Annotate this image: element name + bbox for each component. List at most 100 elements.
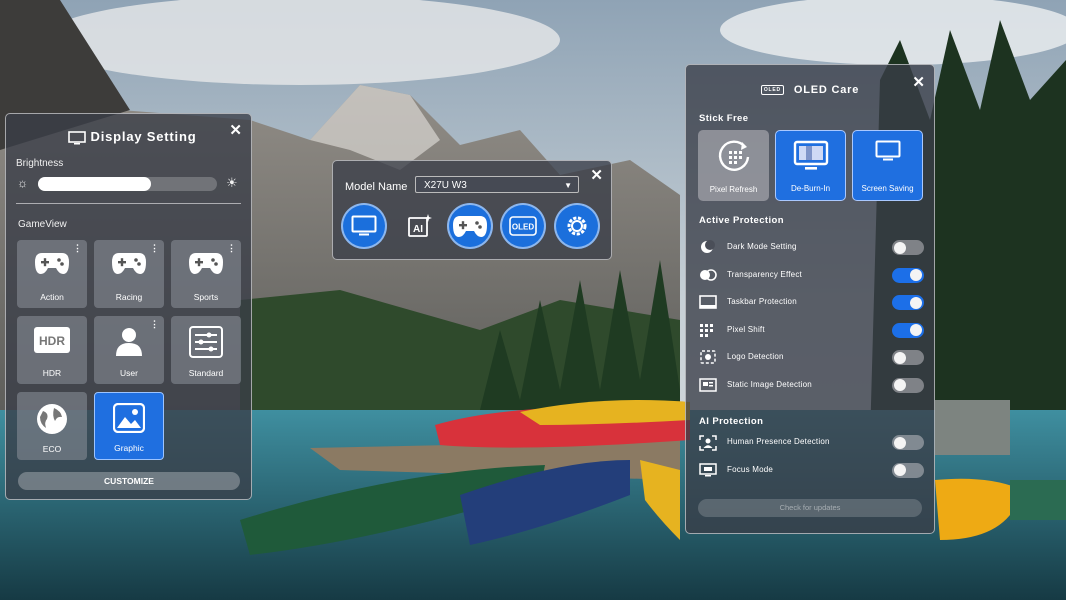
tile-label: HDR	[42, 368, 62, 378]
close-icon[interactable]: ✕	[912, 75, 925, 90]
gear-icon	[564, 213, 590, 239]
stick-free-label: Stick Free	[699, 113, 749, 124]
toggle-switch[interactable]	[892, 462, 924, 478]
more-options-icon[interactable]: ⋮	[150, 320, 159, 329]
de-burn-in-button[interactable]: De-Burn-In	[775, 130, 846, 201]
taskbar-protection-row: Taskbar Protection	[699, 294, 924, 310]
monitor-icon	[875, 140, 901, 167]
gameview-tile-standard[interactable]: Standard	[171, 316, 241, 384]
divider	[16, 203, 241, 204]
gameview-tile-eco[interactable]: ECO	[17, 392, 87, 460]
tile-label: Graphic	[114, 443, 144, 453]
check-updates-button[interactable]: Check for updates	[698, 499, 922, 517]
focus-icon	[699, 462, 717, 477]
logo-detect-icon	[699, 350, 716, 364]
gameview-tile-hdr[interactable]: HDR HDR	[17, 316, 87, 384]
tile-label: ECO	[42, 444, 62, 454]
row-label: Pixel Shift	[727, 324, 765, 334]
logo-detection-row: Logo Detection	[699, 349, 924, 365]
customize-button[interactable]: CUSTOMIZE	[18, 472, 240, 490]
svg-text:AI: AI	[413, 224, 423, 235]
brightness-label: Brightness	[16, 158, 64, 169]
pixel-grid-icon	[699, 323, 715, 337]
tile-label: User	[120, 368, 138, 378]
sliders-icon	[189, 326, 223, 363]
row-label: Human Presence Detection	[727, 437, 830, 446]
settings-button[interactable]	[554, 203, 600, 249]
toggle-knob	[910, 296, 922, 309]
monitor-icon	[351, 215, 377, 237]
gameview-tile-graphic[interactable]: Graphic	[94, 392, 164, 460]
chevron-down-icon: ▼	[564, 181, 572, 190]
ai-protection-label: AI Protection	[699, 416, 764, 427]
dark-mode-setting-row: Dark Mode Setting	[699, 239, 924, 255]
transparency-icon	[699, 268, 717, 282]
screen-saving-button[interactable]: Screen Saving	[852, 130, 923, 201]
more-options-icon[interactable]: ⋮	[73, 244, 82, 253]
toggle-knob	[894, 351, 906, 364]
toggle-knob	[894, 241, 906, 254]
taskbar-icon	[699, 295, 717, 309]
gameview-tile-sports[interactable]: ⋮ Sports	[171, 240, 241, 308]
brightness-slider[interactable]	[38, 177, 217, 191]
model-select-value: X27U W3	[424, 180, 467, 191]
row-label: Dark Mode Setting	[727, 242, 797, 251]
toggle-knob	[910, 269, 922, 281]
oled-care-panel: OLED OLED Care ✕ Stick Free Pixel Refresh…	[685, 64, 935, 534]
more-options-icon[interactable]: ⋮	[150, 244, 159, 253]
ai-button[interactable]: AI	[397, 203, 443, 249]
panel-title: OLED OLED Care	[686, 84, 934, 96]
sun-low-icon: ☼	[17, 176, 28, 190]
human-presence-detection-row: Human Presence Detection	[699, 434, 924, 451]
close-icon[interactable]: ✕	[229, 123, 242, 138]
button-label: Pixel Refresh	[709, 185, 758, 194]
svg-text:OLED: OLED	[512, 223, 534, 232]
button-label: De-Burn-In	[790, 184, 831, 193]
display-button[interactable]	[341, 203, 387, 249]
sun-high-icon: ☀	[226, 175, 238, 190]
oled-button[interactable]: OLED	[500, 203, 546, 249]
toggle-switch[interactable]	[892, 350, 924, 365]
tile-label: Racing	[115, 292, 143, 302]
toggle-switch[interactable]	[892, 435, 924, 450]
game-button[interactable]	[447, 203, 493, 249]
row-label: Transparency Effect	[727, 269, 802, 279]
button-label: Screen Saving	[861, 184, 914, 193]
toggle-switch[interactable]	[892, 322, 924, 338]
refresh-grid-icon	[716, 139, 752, 180]
oled-icon: OLED	[509, 216, 537, 236]
row-label: Logo Detection	[727, 352, 784, 361]
oled-badge: OLED	[760, 85, 784, 96]
model-panel: ✕ Model Name X27U W3 ▼ AI OLED	[332, 160, 612, 260]
more-options-icon[interactable]: ⋮	[227, 244, 236, 253]
oled-care-title: OLED Care	[793, 84, 860, 96]
gameview-tile-action[interactable]: ⋮ Action	[17, 240, 87, 308]
pixel-refresh-button[interactable]: Pixel Refresh	[698, 130, 769, 201]
toggle-switch[interactable]	[892, 377, 924, 393]
toggle-switch[interactable]	[892, 295, 924, 310]
close-icon[interactable]: ✕	[590, 168, 603, 183]
active-protection-label: Active Protection	[699, 215, 784, 226]
toggle-knob	[894, 436, 906, 449]
user-icon	[114, 326, 144, 363]
toggle-knob	[894, 379, 906, 391]
row-label: Taskbar Protection	[727, 297, 797, 306]
gameview-tile-racing[interactable]: ⋮ Racing	[94, 240, 164, 308]
gamepad-icon	[452, 213, 488, 239]
gamepad-icon	[34, 250, 70, 281]
toggle-switch[interactable]	[892, 240, 924, 255]
toggle-knob	[910, 324, 922, 336]
brightness-slider-fill	[38, 177, 151, 191]
transparency-effect-row: Transparency Effect	[699, 267, 924, 283]
panel-title: Display Setting	[90, 129, 197, 144]
toggle-switch[interactable]	[892, 267, 924, 283]
image-icon	[112, 402, 146, 438]
static-image-icon	[699, 377, 717, 392]
svg-text:HDR: HDR	[39, 334, 65, 348]
ai-icon: AI	[407, 213, 433, 239]
model-select[interactable]: X27U W3 ▼	[415, 176, 579, 193]
gameview-tile-user[interactable]: ⋮ User	[94, 316, 164, 384]
moon-icon	[699, 240, 715, 254]
row-label: Static Image Detection	[727, 379, 812, 389]
gamepad-icon	[188, 250, 224, 281]
